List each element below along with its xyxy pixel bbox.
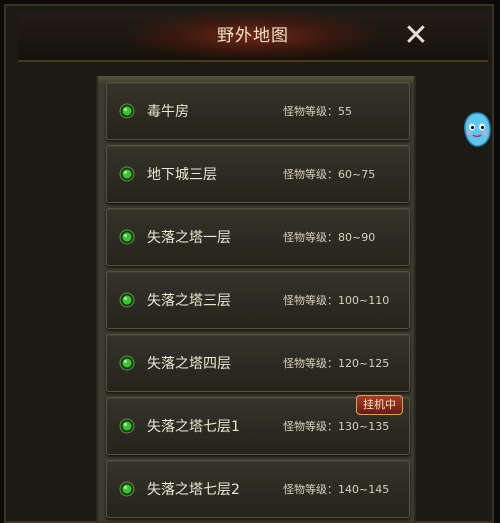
map-row[interactable]: 失落之塔七层2 怪物等级：140~145 (106, 460, 410, 518)
blue-mascot-icon (464, 112, 491, 147)
monster-level: 怪物等级：120~125 (283, 357, 390, 370)
monster-level: 怪物等级：60~75 (283, 168, 376, 181)
map-name: 毒牛房 (147, 104, 189, 120)
map-row[interactable]: 失落之塔三层 怪物等级：100~110 (106, 271, 410, 329)
monster-level: 怪物等级：80~90 (283, 231, 376, 244)
green-gem-icon (119, 103, 135, 119)
auto-battle-badge: 挂机中 (356, 395, 403, 415)
map-name: 失落之塔一层 (147, 230, 231, 246)
map-list: 毒牛房 怪物等级：55 地下城三层 怪物等级：60~75 失落之塔一层 怪物等级… (96, 76, 416, 521)
green-gem-icon (119, 418, 135, 434)
map-row[interactable]: 失落之塔四层 怪物等级：120~125 (106, 334, 410, 392)
wild-map-window: 野外地图 ✕ 毒牛房 怪物等级：55 地下城三层 怪物等级：60~75 失落之塔… (4, 4, 494, 523)
map-row[interactable]: 地下城三层 怪物等级：60~75 (106, 145, 410, 203)
title-bar: 野外地图 ✕ (18, 12, 488, 62)
map-row[interactable]: 失落之塔七层1 怪物等级：130~135 挂机中 (106, 395, 410, 455)
map-name: 失落之塔三层 (147, 293, 231, 309)
green-gem-icon (119, 229, 135, 245)
map-name: 失落之塔四层 (147, 356, 231, 372)
monster-level: 怪物等级：55 (283, 105, 352, 118)
close-icon[interactable]: ✕ (400, 20, 432, 52)
map-name: 失落之塔七层1 (147, 419, 240, 435)
map-row[interactable]: 毒牛房 怪物等级：55 (106, 82, 410, 140)
monster-level: 怪物等级：100~110 (283, 294, 390, 307)
map-name: 失落之塔七层2 (147, 482, 240, 498)
map-name: 地下城三层 (147, 167, 217, 183)
green-gem-icon (119, 481, 135, 497)
green-gem-icon (119, 292, 135, 308)
monster-level: 怪物等级：140~145 (283, 483, 390, 496)
green-gem-icon (119, 166, 135, 182)
green-gem-icon (119, 355, 135, 371)
map-row[interactable]: 失落之塔一层 怪物等级：80~90 (106, 208, 410, 266)
